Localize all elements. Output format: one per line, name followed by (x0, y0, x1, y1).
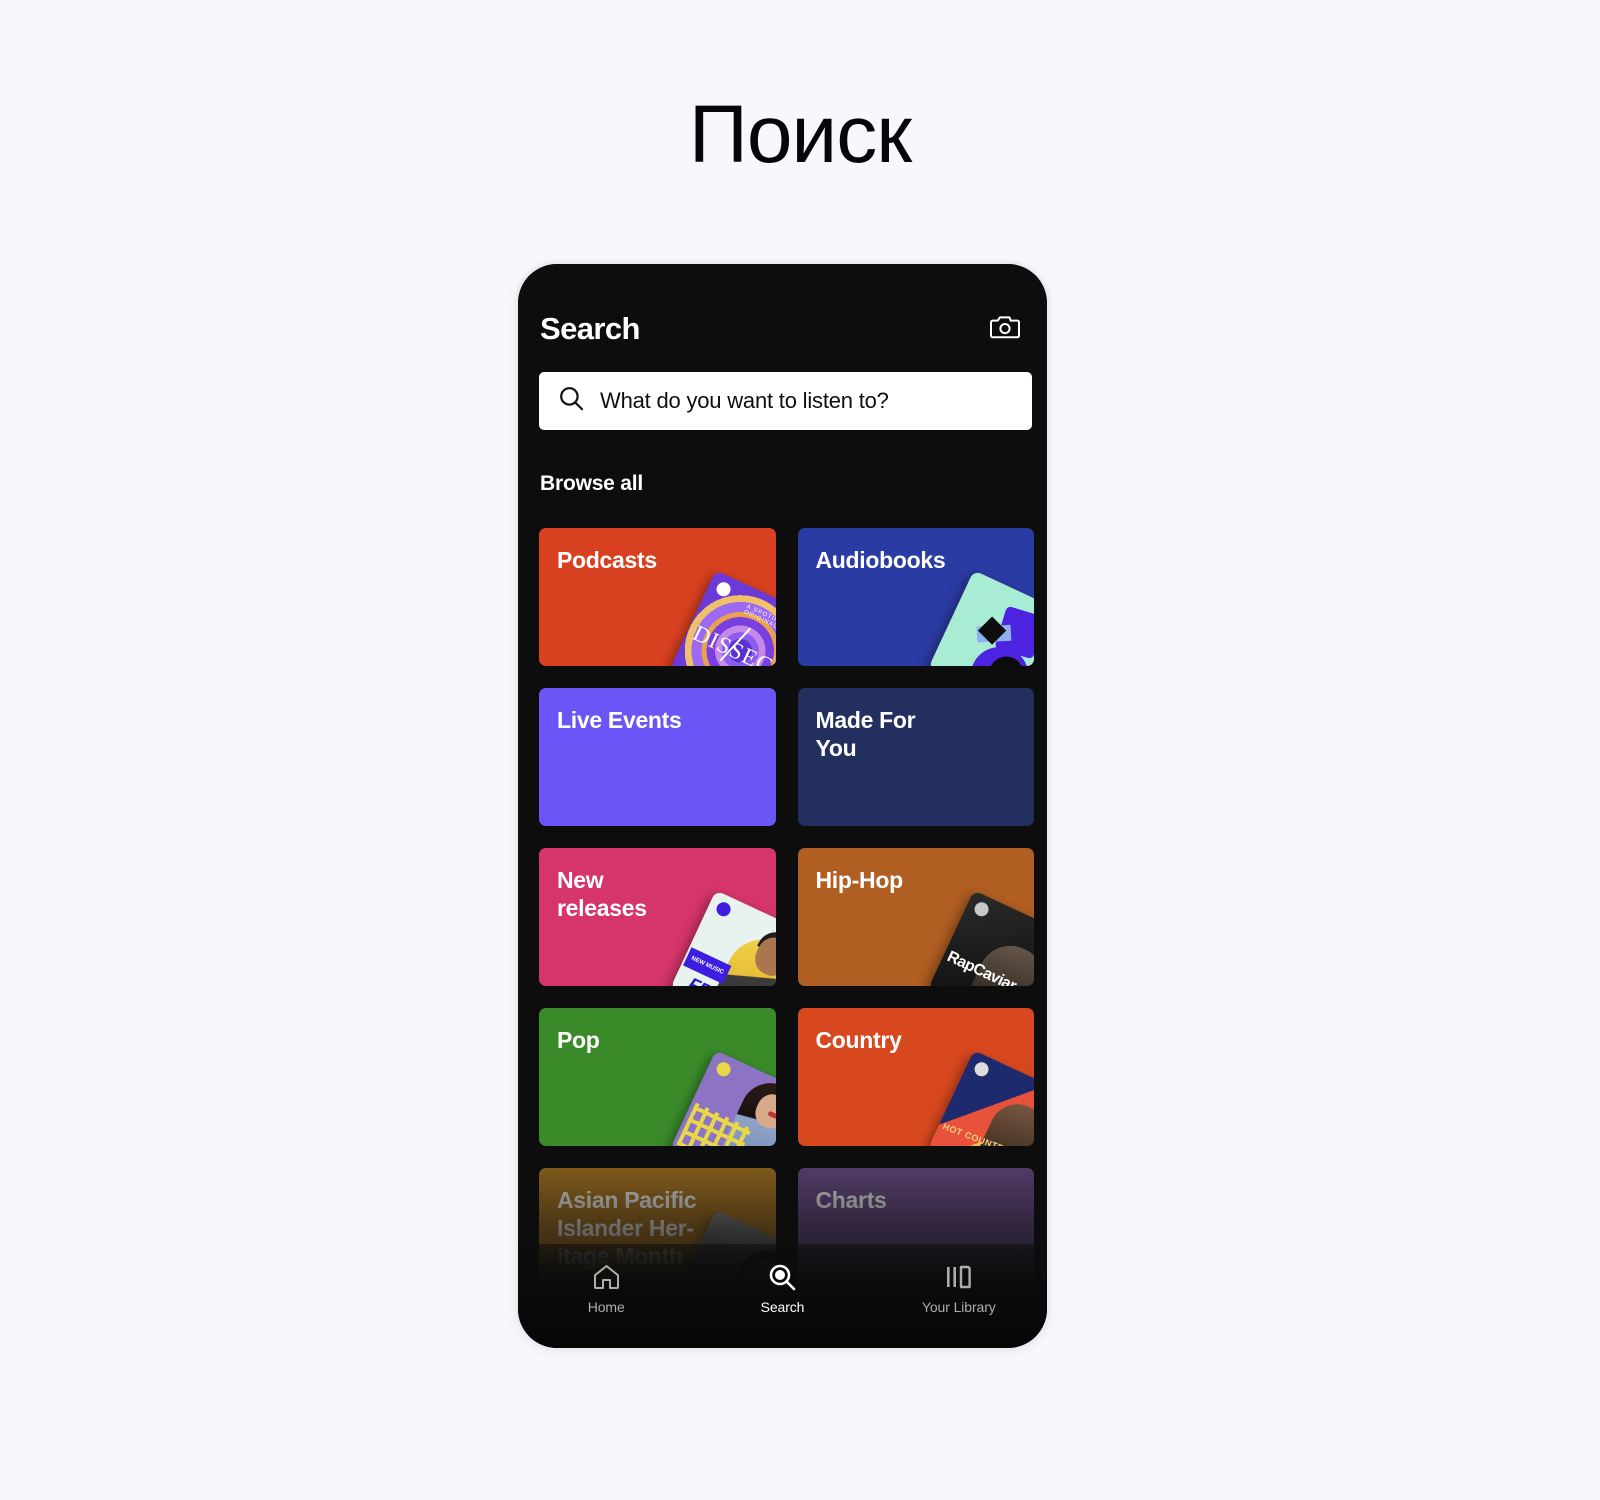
camera-icon (990, 314, 1020, 345)
browse-tile-label: New releases (557, 867, 647, 922)
browse-tile-label: Hip-Hop (815, 867, 904, 893)
browse-tile-label: Podcasts (557, 547, 657, 573)
browse-tile-label: Audiobooks (815, 547, 946, 573)
browse-tile-hip-hop[interactable]: Hip-Hop RapCaviar Lil Baby (797, 848, 1034, 986)
tile-artwork-hot-country: HOT COUNTRY (928, 1050, 1034, 1146)
artwork-badge (713, 579, 733, 599)
nav-item-your-library[interactable]: Your Library (871, 1262, 1047, 1315)
phone-frame: Search What do you want to listen to? Br… (515, 261, 1050, 1351)
tile-artwork-dissect: A SPOTIFY ORIGINAL DISSECT (669, 570, 776, 666)
browse-tile-new-releases[interactable]: New releases NEW MUSIC FRIDAY (539, 848, 776, 986)
browse-grid: Podcasts A SPOTIFY ORIGINAL DISSECT Audi… (539, 528, 1034, 1306)
nav-item-label: Home (587, 1299, 625, 1315)
app-screen: Search What do you want to listen to? Br… (518, 264, 1047, 1348)
browse-tile-audiobooks[interactable]: Audiobooks (797, 528, 1034, 666)
nav-item-search[interactable]: Search (694, 1262, 870, 1315)
nav-item-label: Your Library (921, 1299, 996, 1315)
camera-button[interactable] (985, 311, 1025, 347)
artwork-badge (972, 1059, 991, 1079)
app-title: Search (540, 311, 640, 346)
search-icon (769, 1262, 796, 1292)
tile-artwork-audiobook (928, 570, 1034, 666)
search-input[interactable]: What do you want to listen to? (539, 372, 1032, 430)
browse-tile-label: Charts (815, 1187, 887, 1213)
artwork-subtext: A SPOTIFY ORIGINAL (742, 604, 776, 631)
browse-tile-label: Live Events (557, 707, 682, 733)
library-icon (945, 1262, 973, 1292)
home-icon (593, 1262, 620, 1292)
browse-tile-label: Country (815, 1027, 902, 1053)
artwork-badge (713, 899, 733, 919)
browse-tile-label: Pop (557, 1027, 600, 1053)
browse-all-label: Browse all (540, 472, 644, 495)
artwork-badge (713, 1059, 733, 1079)
nav-item-home[interactable]: Home (518, 1262, 694, 1315)
browse-tile-live-events[interactable]: Live Events (539, 688, 776, 826)
page-title: Поиск (688, 89, 912, 180)
tile-artwork-todays-top-hits: TODAY'S TOP HITS (669, 1050, 776, 1146)
browse-tile-label: Made For You (815, 707, 916, 762)
tile-artwork-rapcaviar: RapCaviar Lil Baby (928, 890, 1034, 986)
artwork-text: DISSECT (688, 619, 776, 666)
bottom-nav: Home Search Your Library (518, 1244, 1047, 1348)
search-icon (559, 386, 584, 416)
browse-tile-country[interactable]: Country HOT COUNTRY (797, 1008, 1034, 1146)
nav-item-label: Search (760, 1299, 805, 1315)
browse-tile-made-for-you[interactable]: Made For You (797, 688, 1034, 826)
browse-tile-podcasts[interactable]: Podcasts A SPOTIFY ORIGINAL DISSECT (539, 528, 776, 666)
artwork-badge (972, 899, 991, 919)
browse-tile-pop[interactable]: Pop TODAY'S TOP HITS (539, 1008, 776, 1146)
app-header: Search (518, 298, 1047, 360)
page-root: Поиск Search What do you want to listen … (0, 0, 1600, 1500)
search-placeholder: What do you want to listen to? (600, 388, 889, 413)
